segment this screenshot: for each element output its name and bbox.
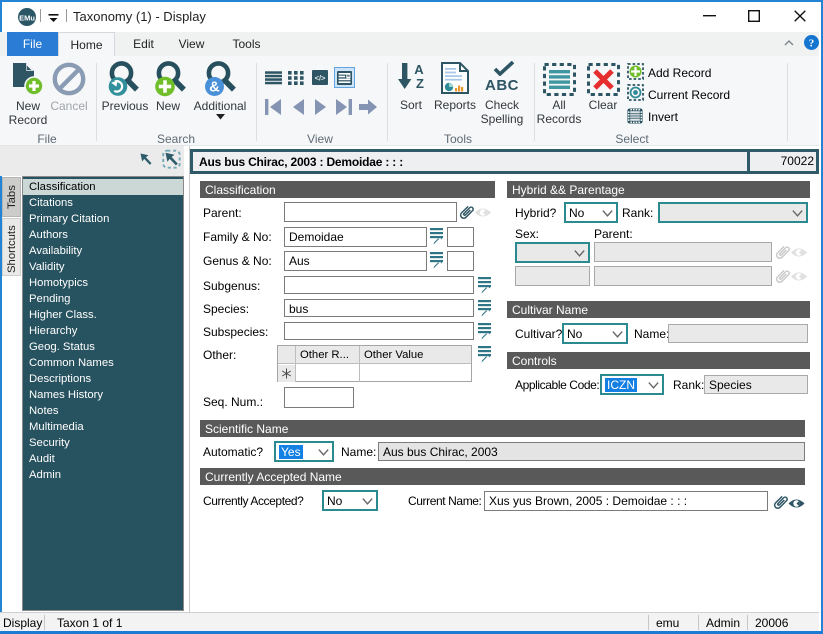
- svg-text:?: ?: [809, 38, 815, 50]
- svg-text:A: A: [414, 63, 424, 77]
- svg-text:</>: </>: [315, 74, 326, 83]
- svg-text:&: &: [209, 80, 220, 96]
- svg-text:Z: Z: [416, 76, 424, 91]
- svg-text:EMu: EMu: [19, 14, 35, 23]
